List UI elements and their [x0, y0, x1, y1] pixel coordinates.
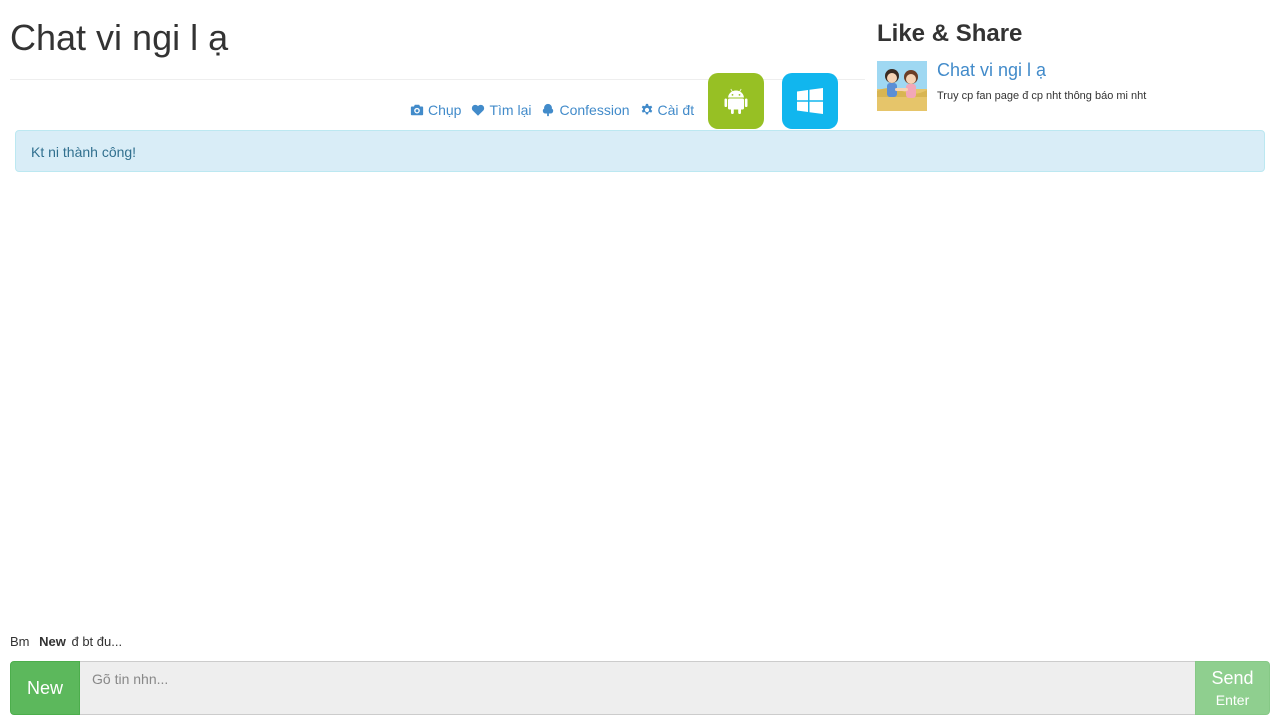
- fanpage-thumbnail[interactable]: [877, 61, 927, 111]
- tree-icon: [543, 103, 554, 117]
- android-icon: [724, 88, 748, 114]
- camera-icon: [410, 104, 424, 116]
- menu-item-label: Cài đt: [657, 102, 695, 118]
- message-composer: New Send Enter: [10, 661, 1270, 715]
- menu-item-capture[interactable]: Chụp: [410, 101, 461, 119]
- menu-item-label: Tìm lại: [489, 102, 532, 118]
- gear-icon: [641, 103, 652, 115]
- sidebar-title: Like & Share: [877, 20, 1023, 47]
- hint-prefix: Bm: [10, 634, 30, 649]
- new-chat-button[interactable]: New: [10, 661, 80, 715]
- fanpage-link[interactable]: Chat vi ngi l ạ: [937, 60, 1046, 80]
- hint-keyword: New: [39, 634, 66, 649]
- android-app-button[interactable]: [708, 73, 764, 129]
- windows-icon: [797, 88, 823, 114]
- top-menu: Chụp Tìm lại Confession Cài đt: [410, 101, 694, 119]
- send-button[interactable]: Send Enter: [1195, 661, 1270, 715]
- send-label: Send: [1211, 668, 1254, 688]
- menu-item-label: Confession: [559, 102, 630, 118]
- alert-text: Kt ni thành công!: [31, 144, 137, 160]
- heart-icon: [472, 104, 485, 116]
- menu-item-settings[interactable]: Cài đt: [640, 101, 695, 119]
- hint-suffix: đ bt đu...: [71, 634, 123, 649]
- menu-item-confession[interactable]: Confession: [541, 101, 630, 119]
- status-alert: Kt ni thành công!: [15, 130, 1265, 172]
- menu-item-label: Chụp: [428, 102, 462, 118]
- page-title: Chat vi ngi l ạ: [10, 17, 229, 58]
- menu-item-find-again[interactable]: Tìm lại: [471, 101, 531, 119]
- start-hint: Bm New đ bt đu...: [10, 634, 122, 650]
- fanpage-description: Truy cp fan page đ cp nht thông báo mi n…: [937, 90, 1147, 102]
- windows-app-button[interactable]: [782, 73, 838, 129]
- send-shortcut: Enter: [1215, 692, 1250, 708]
- message-input[interactable]: [80, 661, 1195, 715]
